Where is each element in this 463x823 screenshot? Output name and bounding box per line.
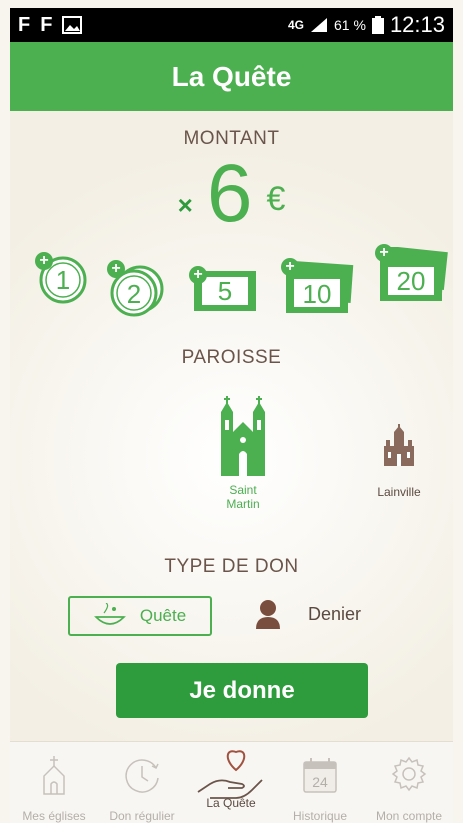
- plus-icon: +: [375, 244, 393, 262]
- amount-display: × 6 €: [10, 153, 453, 235]
- currency-symbol: €: [266, 180, 286, 218]
- signal-icon: [311, 18, 328, 32]
- multiply-sign: ×: [177, 190, 193, 220]
- gallery-icon: [62, 16, 83, 34]
- bill-5-button[interactable]: 5 +: [189, 266, 258, 313]
- network-indicator: 4G: [288, 18, 305, 32]
- montant-label: MONTANT: [183, 128, 280, 149]
- plus-icon: +: [107, 260, 125, 278]
- plus-icon: +: [281, 258, 299, 276]
- page-title: La Quête: [171, 60, 292, 92]
- bill-5-label: 5: [217, 275, 233, 306]
- plus-icon: +: [189, 266, 207, 284]
- church-outline-icon: [43, 756, 65, 795]
- tab-label: Mes églises: [22, 809, 86, 823]
- plus-icon: +: [35, 252, 53, 270]
- tab-label: La Quête: [206, 796, 256, 810]
- amount-options: 1 + 2 + 5 + 10 + 20 +: [10, 241, 453, 331]
- denier-option-label: Denier: [308, 603, 362, 624]
- tab-don-regulier[interactable]: Don régulier: [98, 742, 186, 823]
- parish-lainville[interactable]: Lainville: [369, 424, 429, 499]
- quete-option[interactable]: Quête: [68, 596, 212, 636]
- coin-1-label: 1: [55, 264, 71, 295]
- gear-icon: [391, 756, 427, 792]
- offering-bowl-icon: [93, 603, 126, 625]
- tab-label: Don régulier: [109, 809, 175, 823]
- calendar-day: 24: [312, 774, 328, 790]
- bill-20-button[interactable]: 20 +: [375, 244, 448, 305]
- tab-la-quete[interactable]: La Quête: [187, 742, 275, 823]
- clock: 12:13: [389, 12, 445, 37]
- tab-mon-compte[interactable]: Mon compte: [365, 742, 453, 823]
- bill-10-button[interactable]: 10 +: [281, 258, 354, 315]
- status-indicators: 4G 61 % 12:13: [288, 12, 445, 38]
- notification-icons: F F: [18, 13, 83, 37]
- clock-icon: [125, 759, 159, 793]
- battery-icon: [371, 16, 384, 34]
- flipboard-icon: F: [18, 13, 31, 36]
- flipboard-icon-2: F: [40, 13, 53, 36]
- tab-historique[interactable]: 24 Historique: [276, 742, 364, 823]
- denier-option[interactable]: Denier: [256, 599, 361, 629]
- coin-2-label: 2: [126, 278, 142, 309]
- main-content: MONTANT × 6 € 1 + 2 + 5 + 10 + 20 + PARO…: [10, 111, 453, 741]
- coin-1-button[interactable]: 1 +: [35, 252, 88, 305]
- app-bar: La Quête: [10, 42, 453, 111]
- coin-2-button[interactable]: 2 +: [107, 260, 164, 317]
- battery-percent: 61 %: [334, 17, 366, 33]
- status-bar: F F 4G 61 % 12:13: [10, 8, 453, 42]
- tab-mes-eglises[interactable]: Mes églises: [10, 742, 98, 823]
- bill-10-label: 10: [302, 278, 332, 309]
- parish-saint-martin[interactable]: Saint Martin: [213, 396, 273, 511]
- church-icon: [221, 396, 265, 476]
- paroisse-label: PAROISSE: [181, 347, 282, 368]
- parish-name-line2: Martin: [226, 497, 260, 511]
- type-don-label: TYPE DE DON: [164, 556, 299, 577]
- parish-name: Lainville: [377, 485, 421, 499]
- bill-20-label: 20: [396, 265, 426, 296]
- parish-name: Saint: [229, 483, 257, 497]
- je-donne-button[interactable]: Je donne: [116, 663, 368, 718]
- calendar-icon: 24: [303, 758, 337, 793]
- tab-label: Historique: [292, 809, 348, 823]
- quete-option-label: Quête: [139, 606, 187, 625]
- tab-label: Mon compte: [375, 809, 443, 823]
- person-icon: [256, 600, 280, 629]
- church-icon: [384, 424, 414, 466]
- bottom-tab-bar: Mes églises Don régulier La Quête 24 His…: [10, 741, 453, 823]
- amount-value: 6: [206, 148, 253, 239]
